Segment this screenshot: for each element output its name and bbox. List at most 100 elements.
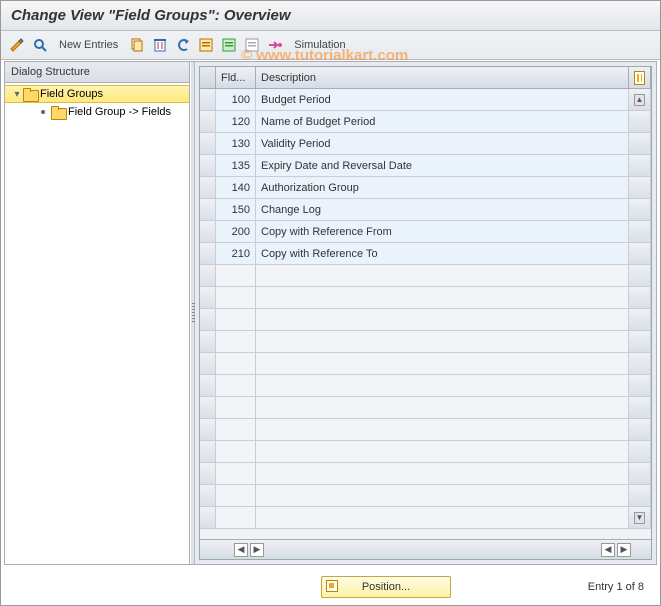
execute-icon[interactable] — [265, 35, 285, 55]
cell-description[interactable] — [256, 507, 629, 528]
cell-fld[interactable] — [216, 485, 256, 506]
row-selector[interactable] — [200, 221, 216, 242]
table-row[interactable]: 210Copy with Reference To — [200, 243, 651, 265]
cell-description[interactable] — [256, 441, 629, 462]
column-description[interactable]: Description — [256, 67, 629, 88]
cell-fld[interactable]: 210 — [216, 243, 256, 264]
deselect-all-icon[interactable] — [242, 35, 262, 55]
row-selector[interactable] — [200, 89, 216, 110]
cell-fld[interactable] — [216, 265, 256, 286]
cell-description[interactable]: Budget Period — [256, 89, 629, 110]
table-row-empty[interactable]: ▼ — [200, 507, 651, 529]
table-row[interactable]: 200Copy with Reference From — [200, 221, 651, 243]
table-row-empty[interactable] — [200, 375, 651, 397]
cell-fld[interactable] — [216, 507, 256, 528]
position-button[interactable]: Position... — [321, 576, 451, 598]
cell-fld[interactable]: 150 — [216, 199, 256, 220]
select-all-icon[interactable] — [196, 35, 216, 55]
cell-description[interactable]: Name of Budget Period — [256, 111, 629, 132]
copy-icon[interactable] — [127, 35, 147, 55]
cell-fld[interactable] — [216, 287, 256, 308]
row-selector[interactable] — [200, 463, 216, 484]
table-row-empty[interactable] — [200, 265, 651, 287]
row-selector[interactable] — [200, 133, 216, 154]
scroll-up-icon[interactable]: ▲ — [634, 94, 645, 106]
table-row[interactable]: 140Authorization Group — [200, 177, 651, 199]
row-selector[interactable] — [200, 397, 216, 418]
cell-description[interactable] — [256, 419, 629, 440]
tree-item-field-group-fields[interactable]: Field Group -> Fields — [5, 103, 189, 121]
cell-description[interactable] — [256, 331, 629, 352]
column-fld[interactable]: Fld... — [216, 67, 256, 88]
new-entries-button[interactable]: New Entries — [53, 39, 124, 51]
cell-fld[interactable]: 120 — [216, 111, 256, 132]
cell-fld[interactable]: 140 — [216, 177, 256, 198]
simulation-button[interactable]: Simulation — [288, 39, 351, 51]
cell-description[interactable]: Copy with Reference To — [256, 243, 629, 264]
cell-description[interactable]: Copy with Reference From — [256, 221, 629, 242]
table-row[interactable]: 100Budget Period ▲ — [200, 89, 651, 111]
tree-item-field-groups[interactable]: ▾ Field Groups — [5, 85, 189, 103]
scroll-right-icon[interactable]: ▶ — [250, 543, 264, 557]
cell-description[interactable]: Authorization Group — [256, 177, 629, 198]
row-selector[interactable] — [200, 419, 216, 440]
cell-description[interactable] — [256, 485, 629, 506]
cell-fld[interactable] — [216, 463, 256, 484]
table-row-empty[interactable] — [200, 485, 651, 507]
cell-description[interactable]: Expiry Date and Reversal Date — [256, 155, 629, 176]
row-selector[interactable] — [200, 441, 216, 462]
cell-fld[interactable] — [216, 397, 256, 418]
scroll-left-icon[interactable]: ◀ — [234, 543, 248, 557]
table-row-empty[interactable] — [200, 397, 651, 419]
select-block-icon[interactable] — [219, 35, 239, 55]
scroll-down-icon[interactable]: ▼ — [634, 512, 645, 524]
cell-description[interactable] — [256, 375, 629, 396]
details-icon[interactable] — [30, 35, 50, 55]
cell-fld[interactable] — [216, 419, 256, 440]
table-row-empty[interactable] — [200, 353, 651, 375]
table-settings-button[interactable] — [629, 67, 651, 88]
row-selector[interactable] — [200, 199, 216, 220]
table-row-empty[interactable] — [200, 331, 651, 353]
cell-description[interactable] — [256, 265, 629, 286]
row-selector[interactable] — [200, 265, 216, 286]
row-selector[interactable] — [200, 155, 216, 176]
cell-description[interactable] — [256, 353, 629, 374]
table-row-empty[interactable] — [200, 287, 651, 309]
cell-fld[interactable]: 135 — [216, 155, 256, 176]
row-selector[interactable] — [200, 375, 216, 396]
cell-description[interactable] — [256, 463, 629, 484]
row-selector[interactable] — [200, 507, 216, 528]
table-row[interactable]: 150Change Log — [200, 199, 651, 221]
cell-description[interactable] — [256, 397, 629, 418]
table-row-empty[interactable] — [200, 419, 651, 441]
scroll-right-end-icon[interactable]: ▶ — [617, 543, 631, 557]
row-selector[interactable] — [200, 309, 216, 330]
table-row[interactable]: 135Expiry Date and Reversal Date — [200, 155, 651, 177]
scroll-left-end-icon[interactable]: ◀ — [601, 543, 615, 557]
row-selector[interactable] — [200, 287, 216, 308]
table-row-empty[interactable] — [200, 463, 651, 485]
select-all-corner[interactable] — [200, 67, 216, 88]
cell-fld[interactable]: 100 — [216, 89, 256, 110]
row-selector[interactable] — [200, 243, 216, 264]
row-selector[interactable] — [200, 331, 216, 352]
cell-fld[interactable] — [216, 441, 256, 462]
cell-description[interactable] — [256, 309, 629, 330]
row-selector[interactable] — [200, 111, 216, 132]
cell-fld[interactable] — [216, 375, 256, 396]
cell-fld[interactable] — [216, 331, 256, 352]
row-selector[interactable] — [200, 353, 216, 374]
cell-fld[interactable]: 200 — [216, 221, 256, 242]
table-row-empty[interactable] — [200, 441, 651, 463]
collapse-icon[interactable]: ▾ — [11, 89, 23, 100]
cell-description[interactable]: Change Log — [256, 199, 629, 220]
cell-description[interactable] — [256, 287, 629, 308]
cell-description[interactable]: Validity Period — [256, 133, 629, 154]
table-row-empty[interactable] — [200, 309, 651, 331]
table-row[interactable]: 130Validity Period — [200, 133, 651, 155]
cell-fld[interactable] — [216, 353, 256, 374]
toggle-display-change-icon[interactable] — [7, 35, 27, 55]
delete-icon[interactable] — [150, 35, 170, 55]
row-selector[interactable] — [200, 485, 216, 506]
